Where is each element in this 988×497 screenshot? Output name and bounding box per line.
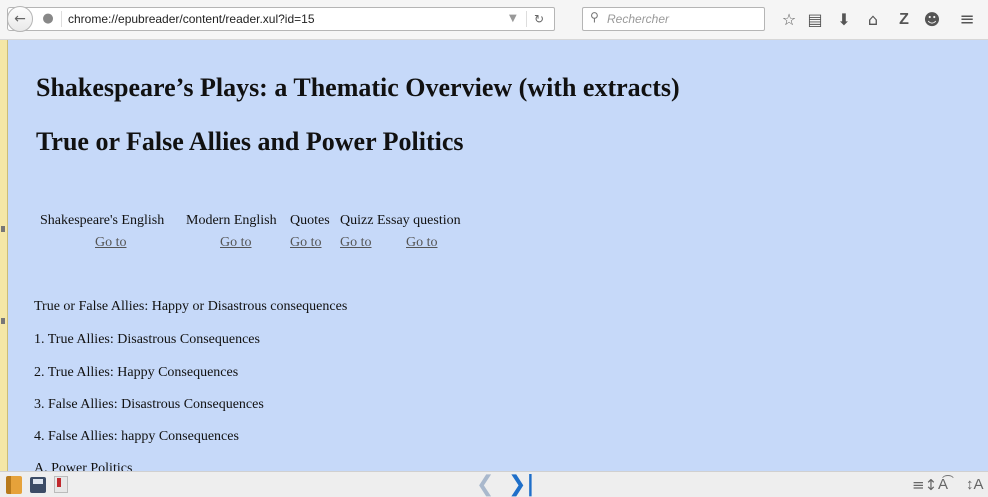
url-text[interactable]: chrome://epubreader/content/reader.xul?i… (68, 11, 315, 27)
nav-header: Modern English (186, 213, 277, 228)
browser-toolbar: ← ● chrome://epubreader/content/reader.x… (0, 0, 988, 40)
reader-toolbar: ❮ ❯| ≡↕ A͡ ↕A (0, 471, 988, 497)
reading-list-icon[interactable]: ▤ (805, 10, 825, 30)
goto-link-quotes[interactable]: Go to (290, 235, 322, 251)
nav-header: Essay question (377, 213, 461, 228)
page-subtitle: True or False Allies and Power Politics (36, 127, 464, 156)
line-spacing-icon[interactable]: ≡↕ (912, 475, 937, 495)
search-input[interactable] (607, 10, 757, 28)
previous-page-icon[interactable]: ❮ (476, 474, 494, 496)
nav-header: Quotes (290, 213, 330, 228)
search-icon: ⚲ (590, 10, 599, 24)
goto-link-essay-question[interactable]: Go to (406, 235, 438, 251)
library-icon[interactable] (6, 476, 22, 494)
address-divider (61, 11, 62, 27)
reader-page: Shakespeare’s Plays: a Thematic Overview… (8, 40, 988, 471)
globe-icon: ● (42, 11, 54, 26)
search-box[interactable]: ⚲ (582, 7, 765, 31)
menu-icon[interactable]: ≡ (957, 10, 977, 30)
dropdown-icon[interactable]: ▼ (509, 11, 517, 27)
gutter-arrow-icon[interactable] (1, 226, 5, 232)
reload-icon[interactable]: ↻ (534, 11, 544, 27)
nav-header: Shakespeare's English (40, 213, 165, 228)
goto-link-shakespeares-english[interactable]: Go to (95, 235, 127, 251)
toc-item: True or False Allies: Happy or Disastrou… (34, 299, 348, 314)
nav-header: Quizz (340, 213, 374, 228)
back-arrow-icon[interactable]: ← (7, 6, 33, 32)
sidebar-gutter[interactable] (0, 40, 8, 471)
gutter-arrow-icon[interactable] (1, 318, 5, 324)
font-size-alt-icon[interactable]: ↕A (966, 475, 984, 495)
address-divider (526, 11, 527, 27)
next-page-icon[interactable]: ❯| (508, 474, 534, 496)
chat-icon[interactable]: ☻ (922, 10, 942, 30)
goto-link-quizz[interactable]: Go to (340, 235, 372, 251)
zotero-icon[interactable]: Z (894, 10, 914, 30)
toc-item: 1. True Allies: Disastrous Consequences (34, 332, 260, 347)
save-icon[interactable] (30, 477, 46, 493)
page-title: Shakespeare’s Plays: a Thematic Overview… (36, 73, 680, 102)
font-size-icon[interactable]: A͡ (938, 475, 948, 495)
address-bar[interactable]: ← ● chrome://epubreader/content/reader.x… (7, 6, 555, 32)
pdf-icon[interactable] (54, 476, 68, 493)
download-icon[interactable]: ⬇ (834, 10, 854, 30)
star-icon[interactable]: ☆ (779, 10, 799, 30)
toc-item: 4. False Allies: happy Consequences (34, 429, 239, 444)
toc-item: A. Power Politics (34, 461, 133, 471)
goto-link-modern-english[interactable]: Go to (220, 235, 252, 251)
toc-item: 3. False Allies: Disastrous Consequences (34, 397, 264, 412)
toc-item: 2. True Allies: Happy Consequences (34, 365, 239, 380)
home-icon[interactable]: ⌂ (863, 10, 883, 30)
